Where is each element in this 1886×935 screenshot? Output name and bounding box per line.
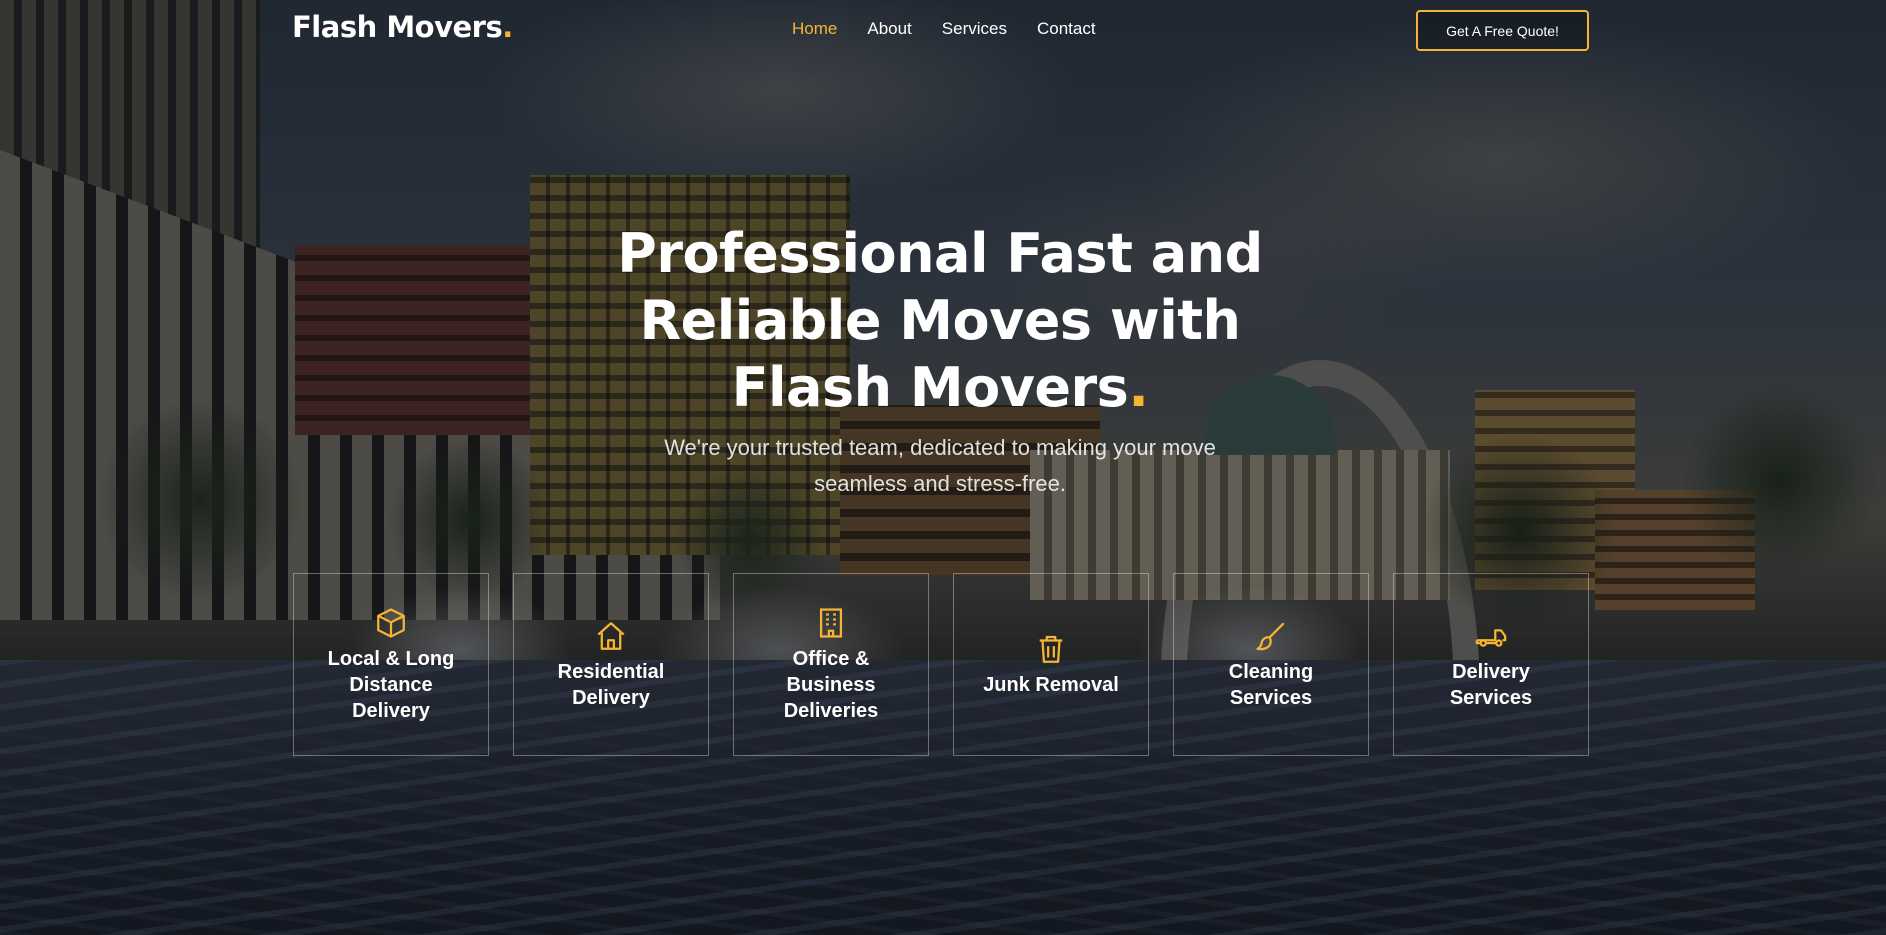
main-nav: Home About Services Contact <box>792 19 1096 39</box>
service-label: Local & Long Distance Delivery <box>327 647 455 722</box>
house-icon <box>594 619 628 653</box>
hero-title: Professional Fast and Reliable Moves wit… <box>560 220 1320 421</box>
brand-name: Flash Movers <box>292 10 503 44</box>
service-label: Residential Delivery <box>557 660 665 709</box>
box-icon <box>374 606 408 640</box>
service-label: Cleaning Services <box>1228 660 1314 709</box>
truck-icon <box>1474 619 1508 653</box>
service-card-junk-removal[interactable]: Junk Removal <box>953 573 1149 756</box>
nav-home[interactable]: Home <box>792 19 837 39</box>
brand-logo[interactable]: Flash Movers. <box>292 10 513 44</box>
nav-contact[interactable]: Contact <box>1037 19 1096 39</box>
services-row: Local & Long Distance Delivery Residenti… <box>293 573 1589 756</box>
service-label: Delivery Services <box>1449 660 1533 709</box>
brand-dot: . <box>502 10 513 44</box>
brush-icon <box>1254 619 1288 653</box>
service-card-residential[interactable]: Residential Delivery <box>513 573 709 756</box>
service-label: Office & Business Deliveries <box>783 647 879 722</box>
service-card-delivery[interactable]: Delivery Services <box>1393 573 1589 756</box>
service-card-local-long-distance[interactable]: Local & Long Distance Delivery <box>293 573 489 756</box>
hero-title-dot: . <box>1128 356 1149 419</box>
hero-subtitle: We're your trusted team, dedicated to ma… <box>664 435 1216 496</box>
nav-about[interactable]: About <box>867 19 911 39</box>
hero-title-line-3: Flash Movers. <box>560 354 1320 421</box>
service-card-cleaning[interactable]: Cleaning Services <box>1173 573 1369 756</box>
service-label: Junk Removal <box>983 673 1119 696</box>
hero-title-brand: Flash Movers <box>731 356 1129 419</box>
free-quote-button[interactable]: Get A Free Quote! <box>1416 10 1589 51</box>
hero-title-line-2: Reliable Moves with <box>639 289 1241 352</box>
site-header: Flash Movers. Home About Services Contac… <box>0 0 1886 60</box>
hero-title-line-1: Professional Fast and <box>617 222 1263 285</box>
building-icon <box>814 606 848 640</box>
service-card-office-business[interactable]: Office & Business Deliveries <box>733 573 929 756</box>
trash-icon <box>1034 632 1068 666</box>
nav-services[interactable]: Services <box>942 19 1007 39</box>
